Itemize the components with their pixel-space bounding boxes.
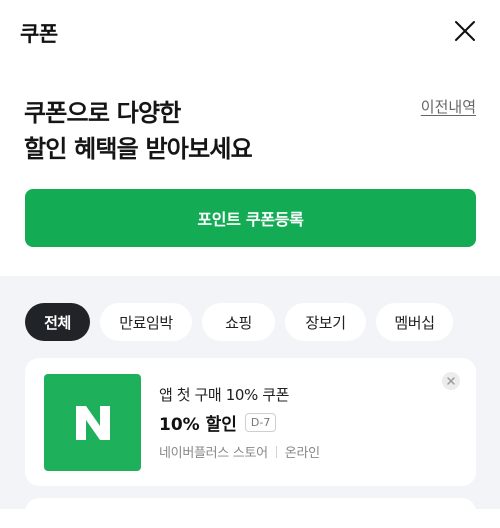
register-coupon-button[interactable]: 포인트 쿠폰등록 — [25, 189, 476, 247]
history-link[interactable]: 이전내역 — [421, 96, 476, 117]
naver-logo — [44, 374, 141, 471]
discount-value: 10% 할인 — [159, 415, 237, 435]
chip-membership[interactable]: 멤버십 — [376, 303, 453, 341]
dday-badge: D-7 — [244, 413, 277, 432]
remove-x-icon — [447, 377, 455, 385]
coupon-channel: 온라인 — [284, 446, 320, 461]
coupon-title: 앱 첫 구매 10% 쿠폰 — [159, 386, 290, 404]
meta-divider — [275, 445, 277, 458]
coupon-remove-button[interactable] — [442, 372, 460, 390]
coupon-card-next[interactable] — [25, 498, 476, 528]
page-title: 쿠폰 — [20, 22, 58, 46]
chip-shopping[interactable]: 쇼핑 — [202, 303, 275, 341]
hero-title-line-1: 쿠폰으로 다양한 — [24, 99, 181, 127]
chip-all[interactable]: 전체 — [25, 303, 90, 341]
coupon-card[interactable]: 앱 첫 구매 10% 쿠폰 10% 할인 D-7 네이버플러스 스토어 온라인 — [25, 358, 476, 486]
chip-grocery[interactable]: 장보기 — [285, 303, 366, 341]
close-button[interactable] — [452, 18, 478, 44]
chip-expiring-soon[interactable]: 만료임박 — [100, 303, 192, 341]
filter-chip-bar: 전체 만료임박 쇼핑 장보기 멤버십 — [25, 303, 453, 341]
close-icon — [455, 21, 475, 41]
coupon-meta: 네이버플러스 스토어 온라인 — [159, 442, 320, 461]
coupon-discount: 10% 할인 D-7 — [159, 410, 277, 435]
n-logo-icon — [75, 405, 110, 440]
header-bar: 쿠폰 — [0, 0, 500, 64]
coupon-store: 네이버플러스 스토어 — [159, 446, 268, 461]
hero-title-line-2: 할인 혜택을 받아보세요 — [24, 135, 253, 163]
